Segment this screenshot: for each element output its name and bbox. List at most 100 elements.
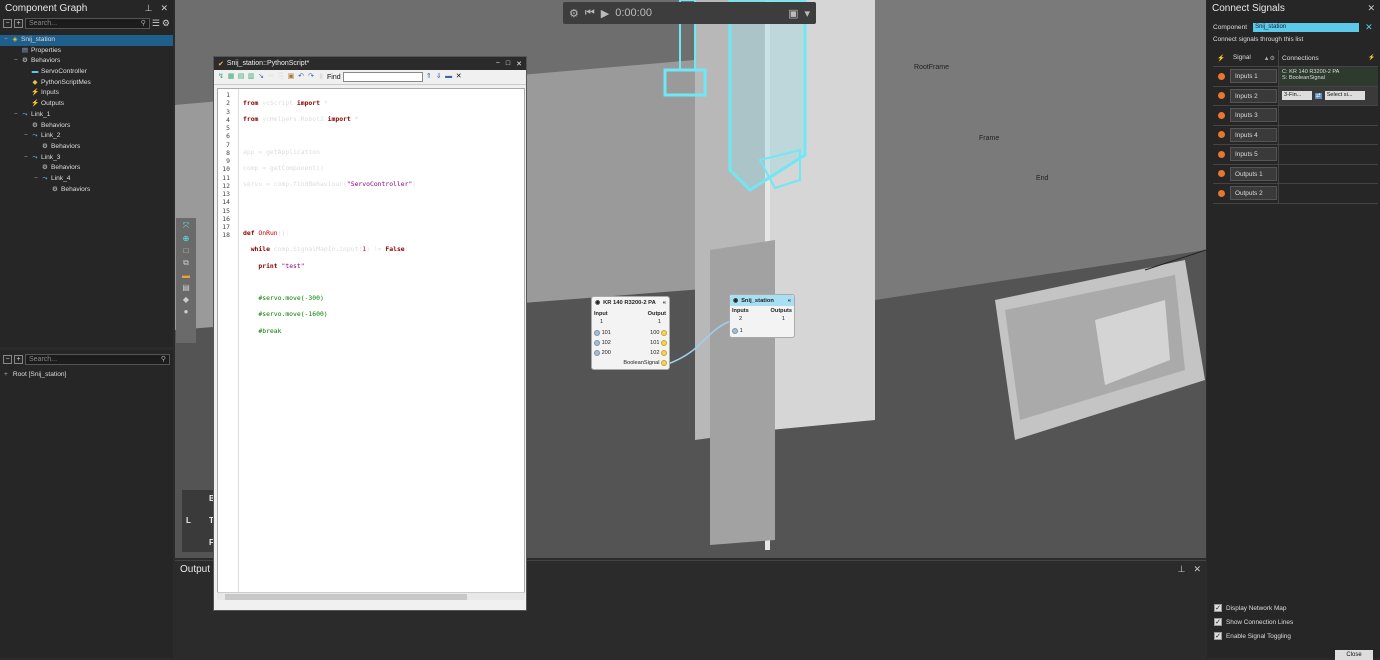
snap-icon[interactable]: ⊕ [183, 234, 190, 243]
station-input-bus[interactable]: 2 [739, 315, 742, 323]
pick-component-icon[interactable]: ✕ [1365, 22, 1373, 33]
close-icon[interactable]: ✕ [160, 3, 168, 14]
signal-connection[interactable]: 3-Fin... ⇄ Select si... [1279, 86, 1378, 105]
signal-connection[interactable] [1279, 145, 1378, 164]
signal-row[interactable]: Outputs 1 [1213, 164, 1378, 184]
find-next-icon[interactable]: ⇓ [435, 73, 443, 81]
station-signal-node[interactable]: ◉ Snij_station « Inputs Outputs 2 1 1 [729, 294, 795, 338]
settings-icon[interactable]: ⚙ [569, 7, 579, 20]
horizontal-scrollbar[interactable] [217, 592, 525, 600]
robot-output-port[interactable]: BooleanSignal [623, 359, 667, 367]
cell-search-input[interactable]: Search... ⚲ [25, 353, 170, 365]
minimize-icon[interactable]: − [496, 60, 500, 67]
collapse-icon[interactable]: « [663, 300, 666, 306]
robot-output-port[interactable]: 102 [650, 349, 667, 357]
tree-item[interactable]: ▬ ServoController [0, 67, 173, 78]
save-icon[interactable]: ▥ [247, 73, 255, 81]
close-button[interactable]: Close [1335, 650, 1373, 660]
robot-output-bus[interactable]: 1 [658, 318, 661, 326]
station-input-port[interactable]: 1 [732, 327, 743, 335]
export-icon[interactable]: ↘ [257, 73, 265, 81]
robot-input-bus[interactable]: 1 [600, 318, 603, 326]
expand-all-icon[interactable]: + [14, 18, 23, 28]
component-search-input[interactable]: Search... ⚲ [25, 17, 150, 29]
collapse-all-icon[interactable]: − [3, 354, 12, 364]
new-icon[interactable]: ▦ [227, 73, 235, 81]
filter-list-icon[interactable]: ☰ [152, 18, 160, 29]
tree-item[interactable]: ▤ Properties [0, 46, 173, 57]
signal-connection[interactable] [1279, 165, 1378, 184]
rewind-icon[interactable]: ⏮ [585, 7, 595, 20]
signal-status-icon[interactable] [1218, 170, 1225, 178]
component-select[interactable]: Snij_station [1253, 22, 1360, 32]
tree-item[interactable]: − ◈ Snij_station [0, 35, 173, 46]
robot-output-port[interactable]: 100 [650, 329, 667, 337]
tree-item[interactable]: − ⤳ Link_1 [0, 110, 173, 121]
tree-item[interactable]: − ⤳ Link_3 [0, 153, 173, 164]
pin-icon[interactable]: ⊥ [145, 3, 153, 14]
sphere-icon[interactable]: ● [184, 307, 189, 316]
signal-row[interactable]: Inputs 5 [1213, 145, 1378, 165]
cube-icon[interactable]: ⧉ [183, 258, 189, 268]
expand-toggle-icon[interactable]: − [4, 35, 11, 46]
close-icon[interactable]: ✕ [1193, 564, 1201, 575]
clear-find-icon[interactable]: ✕ [455, 73, 463, 81]
close-icon[interactable]: ✕ [1367, 3, 1375, 14]
checkbox[interactable]: ✓ [1214, 618, 1222, 626]
layers-icon[interactable]: ▤ [182, 283, 190, 292]
highlight-icon[interactable]: ▬ [445, 73, 453, 81]
signal-connection[interactable] [1279, 126, 1378, 145]
expand-all-icon[interactable]: + [14, 354, 23, 364]
find-icon[interactable]: ▮ [317, 73, 325, 81]
code-text[interactable]: from vcScript import * from vcHelpers.Ro… [239, 89, 524, 597]
signal-row[interactable]: Outputs 2 [1213, 184, 1378, 204]
signal-connection[interactable] [1279, 184, 1378, 203]
collapse-icon[interactable]: « [788, 298, 791, 304]
open-icon[interactable]: ▤ [237, 73, 245, 81]
tree-item[interactable]: ⚙ Behaviors [0, 121, 173, 132]
view-cube[interactable]: L T B F [182, 490, 215, 552]
expand-toggle-icon[interactable]: − [14, 110, 21, 121]
station-output-bus[interactable]: 1 [782, 315, 785, 323]
pin-icon[interactable]: ⊥ [1178, 564, 1186, 575]
find-input[interactable] [342, 72, 423, 82]
expand-toggle-icon[interactable]: − [14, 56, 21, 67]
tree-item[interactable]: ⚙ Behaviors [0, 163, 173, 174]
robot-input-port[interactable]: 200 [594, 349, 611, 357]
tree-item[interactable]: ⚡ Outputs [0, 99, 173, 110]
signal-status-icon[interactable] [1218, 72, 1225, 80]
fit-view-icon[interactable]: ⤧ [183, 221, 189, 231]
tree-item[interactable]: ◆ PythonScriptMes [0, 78, 173, 89]
signal-status-icon[interactable] [1218, 111, 1225, 119]
collapse-all-icon[interactable]: − [3, 18, 12, 28]
robot-output-port[interactable]: 101 [650, 339, 667, 347]
tree-item[interactable]: − ⤳ Link_2 [0, 131, 173, 142]
signal-status-icon[interactable] [1218, 92, 1225, 100]
tree-item[interactable]: ⚙ Behaviors [0, 185, 173, 196]
signal-connection[interactable]: C: KR 140 R3200-2 PA S: BooleanSignal [1279, 67, 1378, 86]
tree-item[interactable]: ⚡ Inputs [0, 88, 173, 99]
play-icon[interactable]: ▶ [601, 7, 609, 20]
checkbox[interactable]: ✓ [1214, 604, 1222, 612]
option-checkbox-row[interactable]: ✓ Display Network Map [1207, 601, 1380, 615]
signal-status-icon[interactable] [1218, 150, 1225, 158]
signal-row[interactable]: Inputs 3 [1213, 106, 1378, 126]
render-mode-icon[interactable]: ◆ [183, 295, 189, 304]
signal-status-icon[interactable] [1218, 189, 1225, 197]
dropdown-icon[interactable]: ▾ [804, 7, 810, 20]
tree-item[interactable]: ⚙ Behaviors [0, 142, 173, 153]
find-prev-icon[interactable]: ⇑ [425, 73, 433, 81]
redo-icon[interactable]: ↷ [307, 73, 315, 81]
expand-toggle-icon[interactable]: − [24, 131, 31, 142]
undo-icon[interactable]: ↶ [297, 73, 305, 81]
scrollbar-thumb[interactable] [225, 594, 467, 600]
maximize-icon[interactable]: □ [506, 60, 510, 67]
connection-component-select[interactable]: 3-Fin... [1282, 91, 1312, 101]
box-icon[interactable]: □ [184, 246, 189, 255]
sort-icon[interactable]: ▲⚙ [1264, 55, 1275, 62]
col-signal[interactable]: Signal [1229, 51, 1263, 65]
gear-icon[interactable]: ⚙ [162, 18, 170, 29]
signal-status-icon[interactable] [1218, 131, 1225, 139]
signal-row[interactable]: Inputs 4 [1213, 125, 1378, 145]
option-checkbox-row[interactable]: ✓ Enable Signal Toggling [1207, 629, 1380, 643]
